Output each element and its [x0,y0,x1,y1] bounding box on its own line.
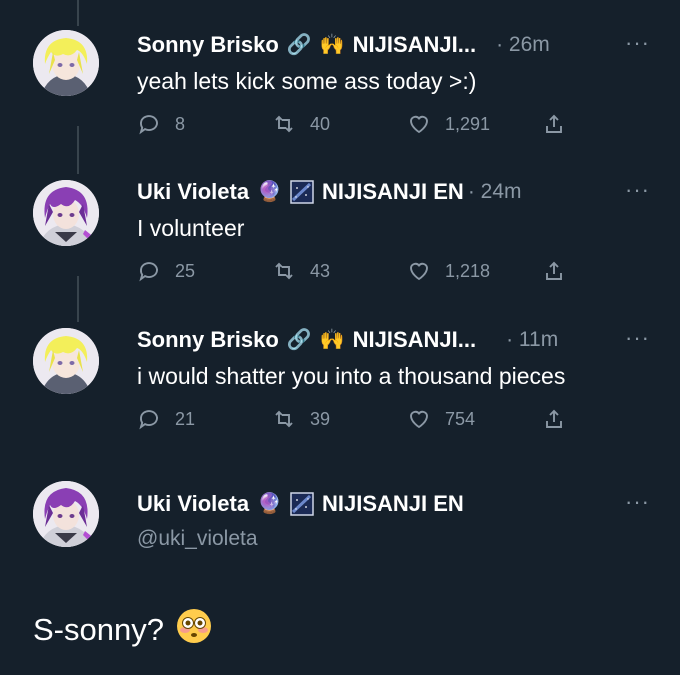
tweet-header: Sonny Brisko 🔗 🙌 NIJISANJI... · 26m ··· [137,30,650,60]
share-icon [546,261,562,280]
retweet-count: 39 [310,408,331,429]
more-options-icon[interactable]: ··· [625,177,650,203]
link-emoji-icon: 🔗 [286,329,312,351]
retweet-button[interactable]: 39 [272,407,407,431]
reply-count: 8 [175,113,186,134]
reply-button[interactable]: 8 [137,112,272,136]
thread-line [77,0,79,26]
like-button[interactable]: 1,291 [407,112,542,136]
retweet-icon [275,115,293,133]
reply-count: 25 [175,260,196,281]
like-button[interactable]: 754 [407,407,542,431]
tweet-header: Uki Violeta 🔮 NIJISANJI EN · 24m ··· [137,177,650,207]
tweet[interactable]: Uki Violeta 🔮 NIJISANJI EN · 24m ··· I v… [0,177,680,297]
timestamp[interactable]: · 11m [506,328,558,352]
affiliation: NIJISANJI EN [322,179,464,204]
milky-way-emoji-icon [290,180,314,205]
retweet-button[interactable]: 43 [272,259,407,283]
raised-hands-emoji-icon: 🙌 [319,329,345,351]
raised-hands-emoji-icon: 🙌 [319,34,345,56]
avatar[interactable] [33,328,99,394]
tweet-text: I volunteer [137,215,245,241]
link-emoji-icon: 🔗 [286,34,312,56]
heart-icon [410,410,428,429]
purple-hair-avatar-icon [33,481,99,547]
like-button[interactable]: 1,218 [407,259,542,283]
user-handle[interactable]: @uki_violeta [137,527,258,551]
tweet-text: i would shatter you into a thousand piec… [137,363,566,389]
crystal-ball-emoji-icon: 🔮 [257,493,282,515]
avatar[interactable] [33,30,99,96]
reply-icon [139,115,158,135]
affiliation: NIJISANJI... [352,32,477,57]
affiliation: NIJISANJI... [352,327,477,352]
display-name[interactable]: Sonny Brisko [137,32,279,58]
display-name[interactable]: Sonny Brisko [137,327,279,353]
retweet-count: 40 [310,113,331,134]
share-button[interactable] [542,259,566,283]
avatar[interactable] [33,481,99,547]
tweet-actions: 8 40 1,291 [137,112,566,136]
retweet-icon [275,410,293,428]
retweet-count: 43 [310,260,331,281]
reply-count: 21 [175,408,196,429]
blonde-hair-avatar-icon [33,328,99,394]
tweet[interactable]: Sonny Brisko 🔗 🙌 NIJISANJI... · 26m ··· … [0,30,680,150]
display-name[interactable]: Uki Violeta [137,179,249,205]
tweet-actions: 25 43 1,218 [137,259,566,283]
reply-button[interactable]: 21 [137,407,272,431]
avatar[interactable] [33,180,99,246]
tweet-header: Uki Violeta 🔮 NIJISANJI EN ··· [137,489,650,519]
share-button[interactable] [542,407,566,431]
reply-icon [139,410,158,430]
heart-icon [410,262,428,281]
retweet-icon [275,262,293,280]
main-tweet-text: S-sonny? [33,608,212,652]
retweet-button[interactable]: 40 [272,112,407,136]
more-options-icon[interactable]: ··· [625,489,650,515]
affiliation: NIJISANJI EN [322,491,464,516]
timestamp[interactable]: · 26m [496,33,550,57]
share-button[interactable] [542,112,566,136]
crystal-ball-emoji-icon: 🔮 [257,181,282,203]
more-options-icon[interactable]: ··· [625,325,650,351]
timestamp[interactable]: · 24m [468,180,522,204]
tweet-text: yeah lets kick some ass today >:) [137,68,477,94]
share-icon [546,409,562,428]
tweet-header: Sonny Brisko 🔗 🙌 NIJISANJI... · 11m ··· [137,325,650,355]
reply-button[interactable]: 25 [137,259,272,283]
heart-icon [410,115,428,134]
milky-way-emoji-icon [290,492,314,517]
like-count: 754 [445,408,476,429]
like-count: 1,291 [445,113,491,134]
flushed-face-emoji-icon [176,608,212,652]
blonde-hair-avatar-icon [33,30,99,96]
purple-hair-avatar-icon [33,180,99,246]
tweet-actions: 21 39 754 [137,407,566,431]
share-icon [546,114,562,133]
like-count: 1,218 [445,260,491,281]
more-options-icon[interactable]: ··· [625,30,650,56]
display-name[interactable]: Uki Violeta [137,491,249,517]
tweet[interactable]: Sonny Brisko 🔗 🙌 NIJISANJI... · 11m ··· … [0,325,680,445]
main-tweet-body: S-sonny? [33,612,164,647]
reply-icon [139,262,158,282]
